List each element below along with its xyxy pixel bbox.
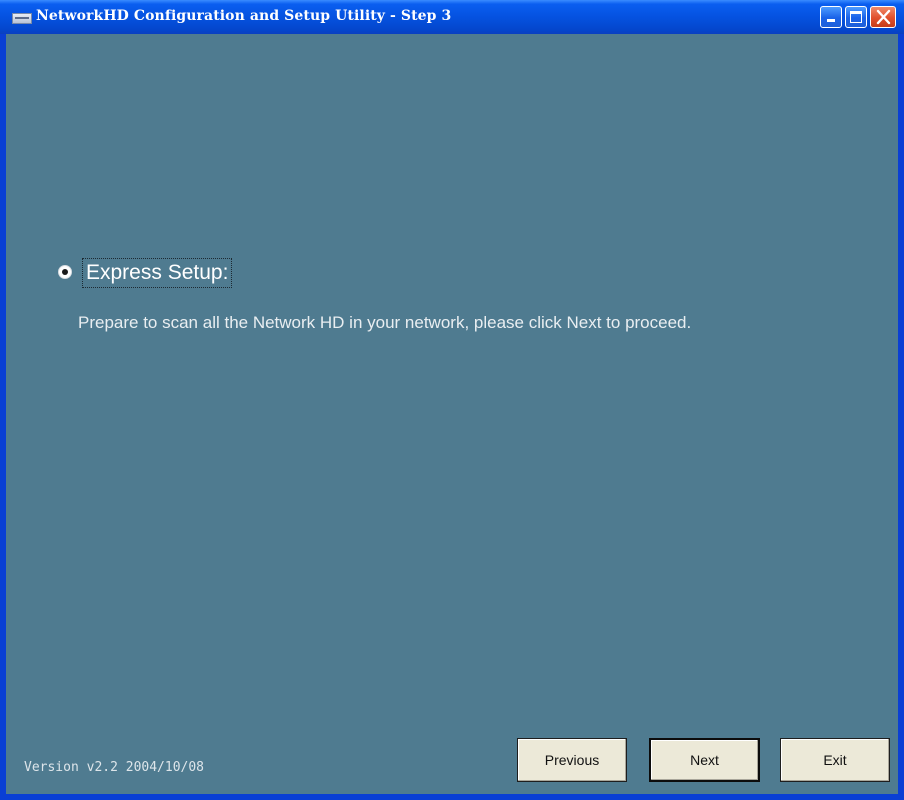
minimize-icon bbox=[827, 19, 835, 22]
minimize-button[interactable] bbox=[820, 6, 842, 28]
previous-button[interactable]: Previous bbox=[517, 738, 627, 782]
exit-button[interactable]: Exit bbox=[780, 738, 890, 782]
next-button[interactable]: Next bbox=[649, 738, 760, 782]
window-title: NetworkHD Configuration and Setup Utilit… bbox=[36, 8, 452, 24]
express-setup-radio[interactable] bbox=[58, 265, 72, 279]
title-bar[interactable]: NetworkHD Configuration and Setup Utilit… bbox=[0, 0, 904, 34]
maximize-button[interactable] bbox=[845, 6, 867, 28]
maximize-icon bbox=[850, 11, 862, 23]
version-label: Version v2.2 2004/10/08 bbox=[24, 760, 205, 775]
close-button[interactable] bbox=[870, 6, 896, 28]
setup-description: Prepare to scan all the Network HD in yo… bbox=[78, 313, 692, 332]
main-panel: Express Setup: Prepare to scan all the N… bbox=[6, 34, 898, 794]
window-icon[interactable] bbox=[12, 13, 32, 24]
express-setup-label[interactable]: Express Setup: bbox=[82, 258, 233, 288]
app-window: NetworkHD Configuration and Setup Utilit… bbox=[0, 0, 904, 800]
close-icon bbox=[876, 9, 891, 25]
